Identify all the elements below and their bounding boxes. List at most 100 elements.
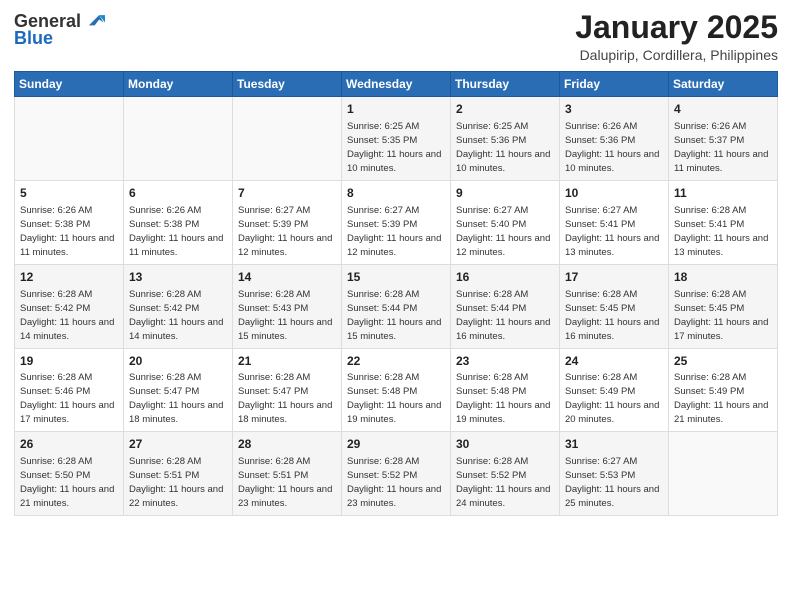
day-info: Sunrise: 6:28 AMSunset: 5:45 PMDaylight:… [565, 289, 659, 342]
day-cell: 27Sunrise: 6:28 AMSunset: 5:51 PMDayligh… [124, 432, 233, 516]
day-cell: 7 Sunrise: 6:27 AMSunset: 5:39 PMDaylight… [233, 180, 342, 264]
day-number: 5 [20, 185, 118, 202]
day-cell: 23 Sunrise: 6:28 AMSunset: 5:48 PMDayligh… [451, 348, 560, 432]
day-number: 27 [129, 436, 227, 453]
day-info: Sunrise: 6:28 AMSunset: 5:45 PMDaylight:… [674, 289, 768, 342]
page: General Blue January 2025 Dalupirip, Cor… [0, 0, 792, 612]
day-info: Sunrise: 6:28 AMSunset: 5:44 PMDaylight:… [347, 289, 441, 342]
day-info: Sunrise: 6:25 AMSunset: 5:36 PMDaylight:… [456, 121, 550, 174]
day-number: 9 [456, 185, 554, 202]
month-title: January 2025 [575, 10, 778, 45]
header-sunday: Sunday [15, 72, 124, 97]
day-number: 14 [238, 269, 336, 286]
day-cell: 8Sunrise: 6:27 AMSunset: 5:39 PMDaylight… [342, 180, 451, 264]
day-number: 18 [674, 269, 772, 286]
day-cell: 6 Sunrise: 6:26 AMSunset: 5:38 PMDaylight… [124, 180, 233, 264]
week-row-3: 12Sunrise: 6:28 AMSunset: 5:42 PMDayligh… [15, 264, 778, 348]
day-number: 26 [20, 436, 118, 453]
day-cell: 17 Sunrise: 6:28 AMSunset: 5:45 PMDayligh… [560, 264, 669, 348]
day-cell [669, 432, 778, 516]
logo: General Blue [14, 10, 105, 49]
day-info: Sunrise: 6:27 AMSunset: 5:53 PMDaylight:… [565, 456, 659, 509]
day-info: Sunrise: 6:27 AMSunset: 5:40 PMDaylight:… [456, 205, 550, 258]
day-info: Sunrise: 6:28 AMSunset: 5:47 PMDaylight:… [129, 372, 223, 425]
day-number: 2 [456, 101, 554, 118]
header-saturday: Saturday [669, 72, 778, 97]
day-cell [124, 97, 233, 181]
day-info: Sunrise: 6:27 AMSunset: 5:41 PMDaylight:… [565, 205, 659, 258]
day-number: 21 [238, 353, 336, 370]
day-cell: 1Sunrise: 6:25 AMSunset: 5:35 PMDaylight… [342, 97, 451, 181]
week-row-4: 19 Sunrise: 6:28 AMSunset: 5:46 PMDayligh… [15, 348, 778, 432]
day-cell: 4Sunrise: 6:26 AMSunset: 5:37 PMDaylight… [669, 97, 778, 181]
day-cell: 13Sunrise: 6:28 AMSunset: 5:42 PMDayligh… [124, 264, 233, 348]
day-number: 13 [129, 269, 227, 286]
day-cell: 12Sunrise: 6:28 AMSunset: 5:42 PMDayligh… [15, 264, 124, 348]
day-number: 17 [565, 269, 663, 286]
week-row-1: 1Sunrise: 6:25 AMSunset: 5:35 PMDaylight… [15, 97, 778, 181]
day-info: Sunrise: 6:28 AMSunset: 5:48 PMDaylight:… [456, 372, 550, 425]
day-cell: 3 Sunrise: 6:26 AMSunset: 5:36 PMDaylight… [560, 97, 669, 181]
day-cell: 16Sunrise: 6:28 AMSunset: 5:44 PMDayligh… [451, 264, 560, 348]
day-info: Sunrise: 6:28 AMSunset: 5:49 PMDaylight:… [565, 372, 659, 425]
day-number: 6 [129, 185, 227, 202]
day-info: Sunrise: 6:26 AMSunset: 5:38 PMDaylight:… [20, 205, 114, 258]
day-number: 3 [565, 101, 663, 118]
day-cell: 25 Sunrise: 6:28 AMSunset: 5:49 PMDayligh… [669, 348, 778, 432]
day-number: 19 [20, 353, 118, 370]
day-cell: 15Sunrise: 6:28 AMSunset: 5:44 PMDayligh… [342, 264, 451, 348]
day-info: Sunrise: 6:28 AMSunset: 5:46 PMDaylight:… [20, 372, 114, 425]
day-number: 30 [456, 436, 554, 453]
day-number: 22 [347, 353, 445, 370]
day-number: 31 [565, 436, 663, 453]
day-info: Sunrise: 6:28 AMSunset: 5:41 PMDaylight:… [674, 205, 768, 258]
day-number: 28 [238, 436, 336, 453]
weekday-header-row: Sunday Monday Tuesday Wednesday Thursday… [15, 72, 778, 97]
day-cell: 10 Sunrise: 6:27 AMSunset: 5:41 PMDayligh… [560, 180, 669, 264]
day-cell: 20Sunrise: 6:28 AMSunset: 5:47 PMDayligh… [124, 348, 233, 432]
day-info: Sunrise: 6:27 AMSunset: 5:39 PMDaylight:… [238, 205, 332, 258]
day-info: Sunrise: 6:28 AMSunset: 5:51 PMDaylight:… [238, 456, 332, 509]
day-cell: 18 Sunrise: 6:28 AMSunset: 5:45 PMDayligh… [669, 264, 778, 348]
day-number: 16 [456, 269, 554, 286]
day-info: Sunrise: 6:26 AMSunset: 5:37 PMDaylight:… [674, 121, 768, 174]
day-info: Sunrise: 6:28 AMSunset: 5:48 PMDaylight:… [347, 372, 441, 425]
day-number: 10 [565, 185, 663, 202]
day-cell: 14Sunrise: 6:28 AMSunset: 5:43 PMDayligh… [233, 264, 342, 348]
day-cell: 30 Sunrise: 6:28 AMSunset: 5:52 PMDayligh… [451, 432, 560, 516]
day-info: Sunrise: 6:28 AMSunset: 5:52 PMDaylight:… [456, 456, 550, 509]
day-info: Sunrise: 6:26 AMSunset: 5:36 PMDaylight:… [565, 121, 659, 174]
day-info: Sunrise: 6:28 AMSunset: 5:42 PMDaylight:… [20, 289, 114, 342]
day-cell: 21 Sunrise: 6:28 AMSunset: 5:47 PMDayligh… [233, 348, 342, 432]
day-cell [233, 97, 342, 181]
day-cell: 19 Sunrise: 6:28 AMSunset: 5:46 PMDayligh… [15, 348, 124, 432]
header-thursday: Thursday [451, 72, 560, 97]
day-number: 8 [347, 185, 445, 202]
logo-icon [83, 10, 105, 32]
day-cell: 11 Sunrise: 6:28 AMSunset: 5:41 PMDayligh… [669, 180, 778, 264]
day-number: 25 [674, 353, 772, 370]
day-cell: 22 Sunrise: 6:28 AMSunset: 5:48 PMDayligh… [342, 348, 451, 432]
header-friday: Friday [560, 72, 669, 97]
day-cell: 26Sunrise: 6:28 AMSunset: 5:50 PMDayligh… [15, 432, 124, 516]
location-title: Dalupirip, Cordillera, Philippines [575, 47, 778, 63]
day-number: 1 [347, 101, 445, 118]
day-cell: 24 Sunrise: 6:28 AMSunset: 5:49 PMDayligh… [560, 348, 669, 432]
title-block: January 2025 Dalupirip, Cordillera, Phil… [575, 10, 778, 63]
day-info: Sunrise: 6:28 AMSunset: 5:49 PMDaylight:… [674, 372, 768, 425]
day-number: 7 [238, 185, 336, 202]
day-info: Sunrise: 6:26 AMSunset: 5:38 PMDaylight:… [129, 205, 223, 258]
day-cell: 2 Sunrise: 6:25 AMSunset: 5:36 PMDaylight… [451, 97, 560, 181]
logo-blue: Blue [14, 28, 53, 49]
day-cell: 28 Sunrise: 6:28 AMSunset: 5:51 PMDayligh… [233, 432, 342, 516]
day-info: Sunrise: 6:28 AMSunset: 5:52 PMDaylight:… [347, 456, 441, 509]
day-number: 24 [565, 353, 663, 370]
calendar: Sunday Monday Tuesday Wednesday Thursday… [14, 71, 778, 516]
day-cell: 5 Sunrise: 6:26 AMSunset: 5:38 PMDaylight… [15, 180, 124, 264]
day-cell [15, 97, 124, 181]
day-info: Sunrise: 6:28 AMSunset: 5:47 PMDaylight:… [238, 372, 332, 425]
day-number: 11 [674, 185, 772, 202]
day-cell: 29Sunrise: 6:28 AMSunset: 5:52 PMDayligh… [342, 432, 451, 516]
header: General Blue January 2025 Dalupirip, Cor… [14, 10, 778, 63]
day-number: 23 [456, 353, 554, 370]
